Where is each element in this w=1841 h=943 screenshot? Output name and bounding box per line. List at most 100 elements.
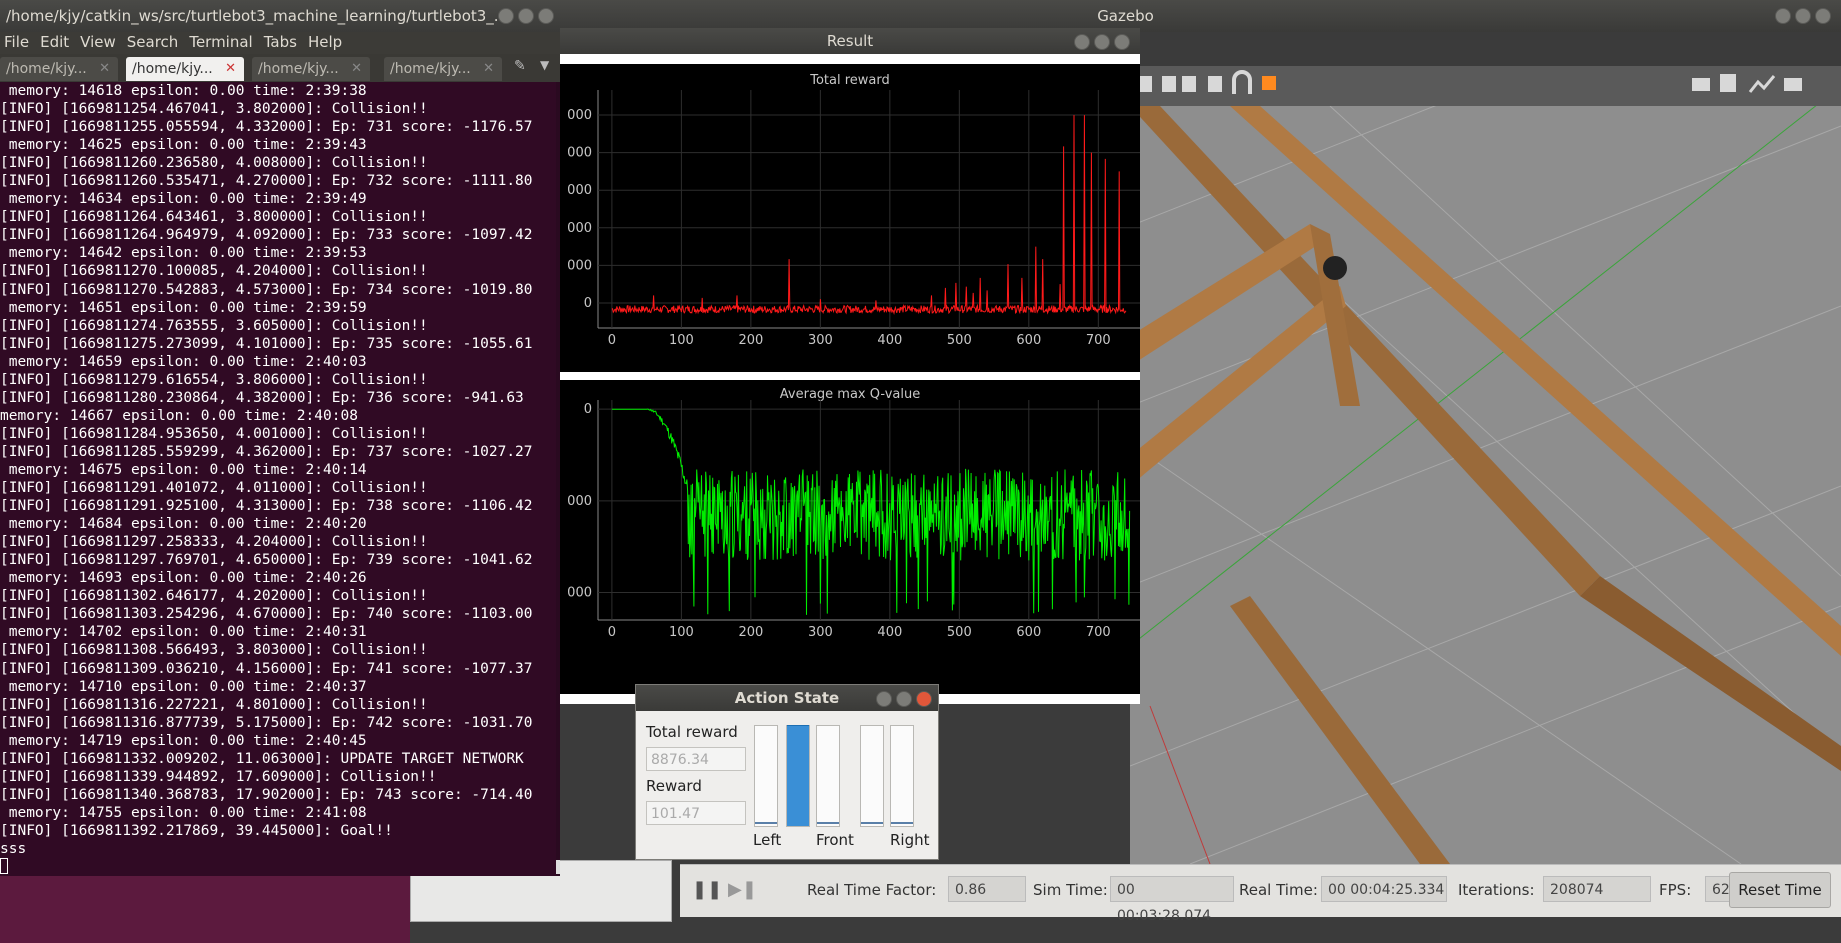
action-bar-3 (860, 725, 884, 827)
total-reward-chart: Total reward0 100 200 300 400 500 600 700000000… (567, 73, 1140, 348)
gazebo-toolbar (1130, 66, 1841, 106)
tab-label: /home/kjy... (390, 61, 471, 77)
gazebo-3d-scene[interactable] (1130, 106, 1841, 864)
terminal-line: [INFO] [1669811332.009202, 11.063000]: U… (0, 750, 524, 767)
x-tick-label: 300 (808, 333, 833, 348)
action-bar-fill (755, 822, 777, 826)
close-tab-icon[interactable]: ✕ (99, 57, 110, 81)
close-tab-icon[interactable]: ✕ (225, 57, 236, 81)
result-plots-area: Total reward 0 100 200 300 400 500 600 700 0 000 00… (560, 54, 1140, 704)
y-tick-label: 0 (584, 402, 592, 417)
chevron-down-icon[interactable]: ▼ (540, 58, 549, 72)
y-tick-label: 000 (567, 586, 592, 601)
reset-time-button[interactable]: Reset Time (1729, 872, 1831, 908)
menu-edit[interactable]: Edit (40, 33, 69, 51)
real-time-factor-value: 0.86 (948, 876, 1026, 902)
log-icon[interactable] (1720, 74, 1736, 92)
bar-label-left: Left (753, 831, 782, 849)
terminal-line: [INFO] [1669811309.036210, 4.156000]: Ep… (0, 660, 533, 677)
maximize-icon[interactable] (896, 691, 912, 707)
x-tick-label: 100 (669, 625, 694, 640)
y-tick-label: 000 (567, 258, 592, 273)
terminal-tab-2[interactable]: /home/kjy... ✕ (126, 57, 244, 81)
terminal-line: sss (0, 840, 27, 857)
new-tab-icon[interactable]: ✎ (514, 58, 526, 74)
turtlebot-robot[interactable] (1323, 256, 1347, 280)
menu-help[interactable]: Help (308, 33, 342, 51)
close-icon[interactable] (1815, 8, 1831, 24)
tab-label: /home/kjy... (6, 61, 87, 77)
terminal-line: [INFO] [1669811260.535471, 4.270000]: Ep… (0, 173, 533, 190)
chart-title: Average max Q-value (780, 387, 920, 402)
minimize-icon[interactable] (876, 691, 892, 707)
real-time-value: 00 00:04:25.334 (1321, 876, 1447, 902)
y-tick-label: 000 (567, 183, 592, 198)
minimize-icon[interactable] (498, 8, 514, 24)
terminal-line: [INFO] [1669811392.217869, 39.445000]: G… (0, 822, 393, 839)
terminal-line: [INFO] [1669811291.401072, 4.011000]: Co… (0, 480, 428, 497)
close-icon[interactable] (538, 8, 554, 24)
menu-file[interactable]: File (4, 33, 29, 51)
menu-terminal[interactable]: Terminal (189, 33, 252, 51)
bar-label-front: Front (816, 831, 854, 849)
x-tick-label: 200 (738, 333, 763, 348)
terminal-tab-3[interactable]: /home/kjy... ✕ (252, 57, 370, 81)
total-reward-label: Total reward (646, 723, 738, 741)
terminal-menubar: File Edit View Search Terminal Tabs Help (0, 32, 560, 54)
video-icon[interactable] (1784, 78, 1802, 91)
x-tick-label: 600 (1016, 333, 1041, 348)
cube-view-icon[interactable] (1262, 76, 1276, 90)
minimize-icon[interactable] (1074, 34, 1090, 50)
gazebo-bottom-bar: ❚❚ ▶❚ Real Time Factor: 0.86 Sim Time: 0… (680, 864, 1841, 924)
terminal-tab-4[interactable]: /home/kjy... ✕ (384, 57, 502, 81)
terminal-line: memory: 14625 epsilon: 0.00 time: 2:39:4… (0, 137, 367, 154)
terminal-line: memory: 14667 epsilon: 0.00 time: 2:40:0… (0, 407, 358, 424)
action-bar-0 (754, 725, 778, 827)
magnet-icon[interactable] (1232, 70, 1252, 94)
terminal-line: [INFO] [1669811270.542883, 4.573000]: Ep… (0, 281, 533, 298)
close-icon[interactable] (1114, 34, 1130, 50)
terminal-tab-1[interactable]: /home/kjy... ✕ (0, 57, 118, 81)
gazebo-title: Gazebo (1097, 7, 1154, 25)
step-icon[interactable]: ▶❚ (728, 879, 757, 900)
iterations-value: 208074 (1543, 876, 1651, 902)
align-icon[interactable] (1208, 76, 1222, 92)
paste-icon[interactable] (1182, 76, 1196, 92)
action-bar-fill (817, 822, 839, 826)
action-bar-4 (890, 725, 914, 827)
menu-tabs[interactable]: Tabs (264, 33, 297, 51)
result-window: Result Total reward 0 100 200 300 400 500 600 70… (560, 28, 1140, 704)
x-tick-label: 600 (1016, 625, 1041, 640)
plot-icon[interactable] (1748, 75, 1776, 93)
terminal-line: memory: 14755 epsilon: 0.00 time: 2:41:0… (0, 804, 367, 821)
terminal-line: [INFO] [1669811297.258333, 4.204000]: Co… (0, 534, 428, 551)
menu-view[interactable]: View (80, 33, 116, 51)
terminal-line: [INFO] [1669811284.953650, 4.001000]: Co… (0, 425, 428, 442)
copy-icon[interactable] (1162, 76, 1176, 92)
avg-q-plot: Average max Q-value 0 100 200 300 400 500 600 70… (560, 380, 1140, 694)
maximize-icon[interactable] (1094, 34, 1110, 50)
real-time-label: Real Time: (1239, 881, 1318, 899)
terminal-line: [INFO] [1669811279.616554, 3.806000]: Co… (0, 371, 428, 388)
terminal-output[interactable]: memory: 14618 epsilon: 0.00 time: 2:39:3… (0, 82, 556, 876)
terminal-line: memory: 14618 epsilon: 0.00 time: 2:39:3… (0, 83, 367, 99)
close-tab-icon[interactable]: ✕ (483, 57, 494, 81)
terminal-line: memory: 14642 epsilon: 0.00 time: 2:39:5… (0, 245, 367, 262)
terminal-line: [INFO] [1669811264.643461, 3.800000]: Co… (0, 209, 428, 226)
minimize-icon[interactable] (1775, 8, 1791, 24)
terminal-scroll-thumb[interactable] (556, 860, 560, 874)
terminal-line: memory: 14675 epsilon: 0.00 time: 2:40:1… (0, 461, 367, 478)
scale-icon[interactable] (1140, 76, 1152, 92)
maximize-icon[interactable] (1795, 8, 1811, 24)
close-tab-icon[interactable]: ✕ (351, 57, 362, 81)
terminal-line: [INFO] [1669811255.055594, 4.332000]: Ep… (0, 119, 533, 136)
menu-search[interactable]: Search (127, 33, 179, 51)
x-tick-label: 300 (808, 625, 833, 640)
terminal-line: [INFO] [1669811275.273099, 4.101000]: Ep… (0, 335, 533, 352)
result-titlebar: Result (560, 28, 1140, 54)
close-icon[interactable] (916, 691, 932, 707)
pause-icon[interactable]: ❚❚ (692, 879, 722, 900)
series-line (611, 115, 1127, 315)
maximize-icon[interactable] (518, 8, 534, 24)
camera-icon[interactable] (1692, 78, 1710, 91)
